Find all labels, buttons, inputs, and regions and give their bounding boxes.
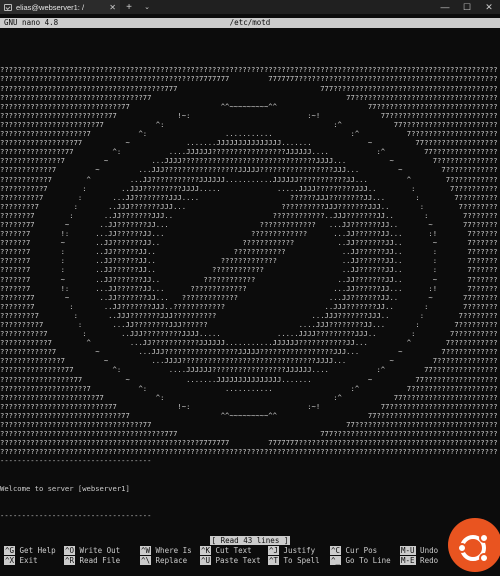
shortcut-label: Redo: [415, 556, 439, 565]
shortcut-item[interactable]: ^K Cut Text: [200, 546, 252, 555]
maximize-button[interactable]: ☐: [456, 2, 478, 13]
shortcut-item[interactable]: ^U Paste Text: [200, 556, 261, 565]
shortcut-row: ^X Exit ^R Read File ^\ Replace ^U Paste Te…: [0, 556, 500, 566]
shortcut-item[interactable]: ^\ Replace: [140, 556, 187, 565]
window-controls: — ☐ ✕: [434, 2, 500, 13]
shortcut-label: Go To Line: [341, 556, 391, 565]
terminal-tab-bar: elias@webserver1: / ✕ + ⌄ — ☐ ✕: [0, 0, 500, 14]
shortcut-label: Get Help: [15, 546, 56, 555]
shortcut-row: ^G Get Help ^O Write Out ^W Where Is ^K Cut…: [0, 546, 500, 556]
shortcut-item[interactable]: ^R Read File: [64, 556, 120, 565]
shortcut-key: ^C: [330, 546, 342, 555]
shortcut-label: Read File: [75, 556, 121, 565]
shortcut-item[interactable]: M-E Redo: [400, 556, 438, 565]
shortcut-key: ^O: [64, 546, 76, 555]
tab-title: elias@webserver1: /: [16, 2, 85, 12]
shortcut-key: ^K: [200, 546, 212, 555]
status-message: [ Read 43 lines ]: [209, 536, 291, 545]
shortcut-key: M-E: [400, 556, 416, 565]
shortcut-item[interactable]: ^C Cur Pos: [330, 546, 377, 555]
shortcut-key: ^X: [4, 556, 16, 565]
shortcut-item[interactable]: ^_ Go To Line: [330, 556, 391, 565]
shortcut-key: ^J: [268, 546, 280, 555]
shortcut-item[interactable]: ^G Get Help: [4, 546, 56, 555]
minimize-button[interactable]: —: [434, 2, 456, 13]
ascii-art-logo: ????????????????????????????????????????…: [0, 47, 500, 456]
shortcut-item[interactable]: ^J Justify: [268, 546, 315, 555]
ascii-logo-shape: [0, 47, 500, 438]
shortcut-item[interactable]: ^O Write Out: [64, 546, 120, 555]
shortcut-label: Paste Text: [211, 556, 261, 565]
ascii-art-line: ????????????????????????????????????????…: [0, 447, 498, 457]
shortcut-item[interactable]: M-U Undo: [400, 546, 438, 555]
shortcut-label: Justify: [279, 546, 316, 555]
terminal-icon: [4, 3, 12, 11]
new-tab-button[interactable]: +: [120, 2, 138, 13]
shortcut-label: Exit: [15, 556, 38, 565]
shortcut-label: Cur Pos: [341, 546, 378, 555]
ascii-art-line: ????????????????????????????????????????…: [0, 438, 498, 448]
shortcut-help: ^G Get Help ^O Write Out ^W Where Is ^K Cut…: [0, 546, 500, 566]
tab-close-icon[interactable]: ✕: [109, 3, 116, 12]
shortcut-key: ^G: [4, 546, 16, 555]
welcome-message: Welcome to server [webserver1]: [0, 483, 130, 493]
shortcut-label: Undo: [415, 546, 439, 555]
tab-dropdown-icon[interactable]: ⌄: [138, 3, 156, 11]
shortcut-key: ^W: [140, 546, 152, 555]
nano-title-bar: GNU nano 4.8 /etc/motd: [0, 18, 500, 28]
shortcut-label: Write Out: [75, 546, 121, 555]
shortcut-label: Replace: [151, 556, 188, 565]
shortcut-item[interactable]: ^T To Spell: [268, 556, 320, 565]
nano-filename: /etc/motd: [229, 18, 271, 27]
close-button[interactable]: ✕: [478, 2, 500, 13]
editor-content[interactable]: ????????????????????????????????????????…: [0, 29, 500, 529]
status-line: [ Read 43 lines ]: [0, 536, 500, 545]
terminal-tab[interactable]: elias@webserver1: / ✕: [0, 0, 120, 14]
separator-line: -----------------------------------: [0, 510, 152, 520]
shortcut-item[interactable]: ^X Exit: [4, 556, 38, 565]
shortcut-key: ^R: [64, 556, 76, 565]
shortcut-item[interactable]: ^W Where Is: [140, 546, 192, 555]
shortcut-key: ^T: [268, 556, 280, 565]
shortcut-label: Where Is: [151, 546, 192, 555]
shortcut-label: To Spell: [279, 556, 320, 565]
ubuntu-logo-icon: [457, 533, 489, 563]
shortcut-label: Cut Text: [211, 546, 252, 555]
shortcut-key: ^_: [330, 556, 342, 565]
ubuntu-logo: [448, 518, 500, 572]
shortcut-key: M-U: [400, 546, 416, 555]
shortcut-key: ^\: [140, 556, 152, 565]
shortcut-key: ^U: [200, 556, 212, 565]
